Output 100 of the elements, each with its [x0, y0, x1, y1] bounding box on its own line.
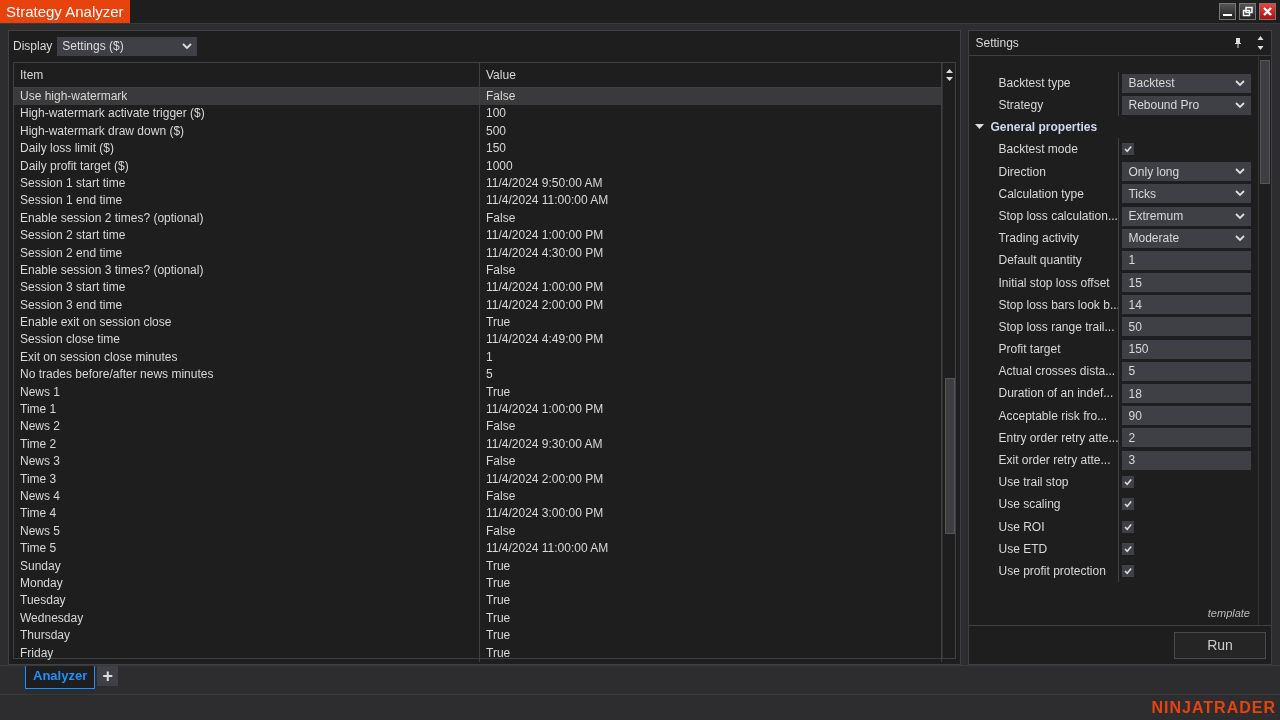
property-label: Entry order retry atte...	[998, 426, 1120, 449]
scrollbar-thumb[interactable]	[1260, 60, 1270, 184]
item-cell: High-watermark activate trigger ($)	[14, 105, 480, 123]
property-field[interactable]: 5	[1122, 361, 1252, 381]
chevron-down-icon	[182, 42, 193, 50]
property-dropdown[interactable]: Only long	[1122, 162, 1252, 182]
checkbox[interactable]	[1122, 565, 1135, 578]
chevron-down-icon	[1235, 234, 1246, 242]
item-cell: Use high-watermark	[14, 88, 480, 106]
property-label: Stop loss range trail...	[998, 315, 1120, 339]
item-cell: News 5	[14, 522, 480, 541]
property-label: Exit order retry atte...	[998, 449, 1120, 472]
brand-logo: NINJATRADER	[1151, 698, 1276, 717]
item-cell: Thursday	[14, 627, 480, 645]
close-button[interactable]	[1259, 3, 1276, 20]
close-icon	[1262, 6, 1273, 17]
template-label[interactable]: template	[1207, 607, 1250, 619]
table-row[interactable]: Use high-watermark False	[14, 88, 943, 106]
checkbox[interactable]	[1122, 476, 1135, 489]
column-header[interactable]: Item	[14, 63, 480, 87]
restore-button[interactable]	[1239, 3, 1256, 20]
checkbox[interactable]	[1122, 498, 1135, 511]
item-cell: Session 3 end time	[14, 296, 480, 315]
item-cell: High-watermark draw down ($)	[14, 122, 480, 141]
item-cell: Time 2	[14, 435, 480, 454]
item-cell: News 1	[14, 383, 480, 402]
property-field[interactable]: 3	[1122, 450, 1252, 470]
property-label: Use trail stop	[998, 471, 1120, 494]
property-dropdown[interactable]: Backtest	[1122, 73, 1252, 93]
property-field[interactable]: 18	[1122, 384, 1252, 404]
window-title: Strategy Analyzer	[0, 0, 130, 23]
item-cell: Wednesday	[14, 609, 480, 628]
property-field[interactable]: 2	[1122, 428, 1252, 448]
chevron-down-icon	[1235, 101, 1246, 109]
item-cell: Friday	[14, 644, 480, 662]
property-field[interactable]: 50	[1122, 317, 1252, 337]
checkbox[interactable]	[1122, 520, 1135, 533]
property-label: Acceptable risk fro...	[998, 404, 1120, 427]
property-dropdown[interactable]: Extremum	[1122, 206, 1252, 226]
item-cell: No trades before/after news minutes	[14, 366, 480, 384]
property-label: Strategy	[998, 94, 1120, 117]
item-cell: Daily profit target ($)	[14, 157, 480, 175]
item-cell: Time 5	[14, 540, 480, 558]
chevron-down-icon	[1235, 79, 1246, 87]
property-label: Use ROI	[998, 515, 1120, 538]
property-dropdown[interactable]: Rebound Pro	[1122, 95, 1252, 115]
property-label: Stop loss calculation...	[998, 204, 1120, 228]
item-cell: Monday	[14, 574, 480, 593]
panel-title: Settings	[975, 36, 1020, 50]
item-cell: Time 3	[14, 470, 480, 488]
property-label: Stop loss bars look b...	[998, 293, 1120, 316]
item-cell: Session 1 end time	[14, 192, 480, 210]
item-cell: Tuesday	[14, 592, 480, 610]
property-field[interactable]: 14	[1122, 295, 1252, 315]
property-label: Initial stop loss offset	[998, 271, 1120, 294]
item-cell: Enable session 2 times? (optional)	[14, 209, 480, 228]
minimize-button[interactable]	[1219, 3, 1236, 20]
restore-icon	[1242, 6, 1253, 17]
item-cell: News 3	[14, 453, 480, 471]
property-label: Backtest mode	[998, 138, 1120, 161]
item-cell: Sunday	[14, 557, 480, 575]
property-label: Trading activity	[998, 227, 1120, 250]
property-field[interactable]: 90	[1122, 406, 1252, 426]
item-cell: Daily loss limit ($)	[14, 140, 480, 158]
property-field[interactable]: 15	[1122, 273, 1252, 293]
item-cell: Enable exit on session close	[14, 314, 480, 332]
add-tab-button[interactable]: +	[97, 666, 119, 686]
scrollbar-thumb[interactable]	[945, 378, 956, 535]
property-dropdown[interactable]: Ticks	[1122, 184, 1252, 204]
display-label: Display	[13, 39, 53, 53]
tab[interactable]: Analyzer	[25, 666, 96, 689]
chevron-down-icon	[1235, 212, 1246, 220]
item-cell: Time 4	[14, 505, 480, 523]
item-cell: Exit on session close minutes	[14, 348, 480, 367]
property-label: Default quantity	[998, 249, 1120, 272]
property-label: Profit target	[998, 338, 1120, 361]
property-label: Use ETD	[998, 537, 1120, 560]
checkbox[interactable]	[1122, 542, 1135, 555]
chevron-down-icon	[1235, 168, 1246, 176]
item-cell: Session 2 end time	[14, 244, 480, 262]
item-cell: News 4	[14, 488, 480, 506]
property-label: Actual crosses dista...	[998, 360, 1120, 383]
chevron-down-icon	[1235, 190, 1246, 198]
property-label: Calculation type	[998, 182, 1120, 205]
group-header[interactable]: General properties	[969, 116, 1258, 139]
property-field[interactable]: 1	[1122, 250, 1252, 270]
caret-down-icon	[975, 124, 985, 131]
property-label: Use scaling	[998, 493, 1120, 516]
property-dropdown[interactable]: Moderate	[1122, 228, 1252, 248]
property-label: Backtest type	[998, 72, 1120, 95]
property-field[interactable]: 150	[1122, 339, 1252, 359]
run-button[interactable]: Run	[1174, 631, 1266, 659]
pin-icon[interactable]	[1234, 37, 1242, 49]
item-cell: Time 1	[14, 401, 480, 419]
item-cell: Enable session 3 times? (optional)	[14, 261, 480, 280]
item-cell: Session 3 start time	[14, 279, 480, 297]
display-dropdown[interactable]: Settings ($)	[57, 36, 198, 56]
checkbox[interactable]	[1122, 143, 1135, 156]
property-label: Use profit protection	[998, 559, 1120, 583]
item-cell: News 2	[14, 418, 480, 436]
